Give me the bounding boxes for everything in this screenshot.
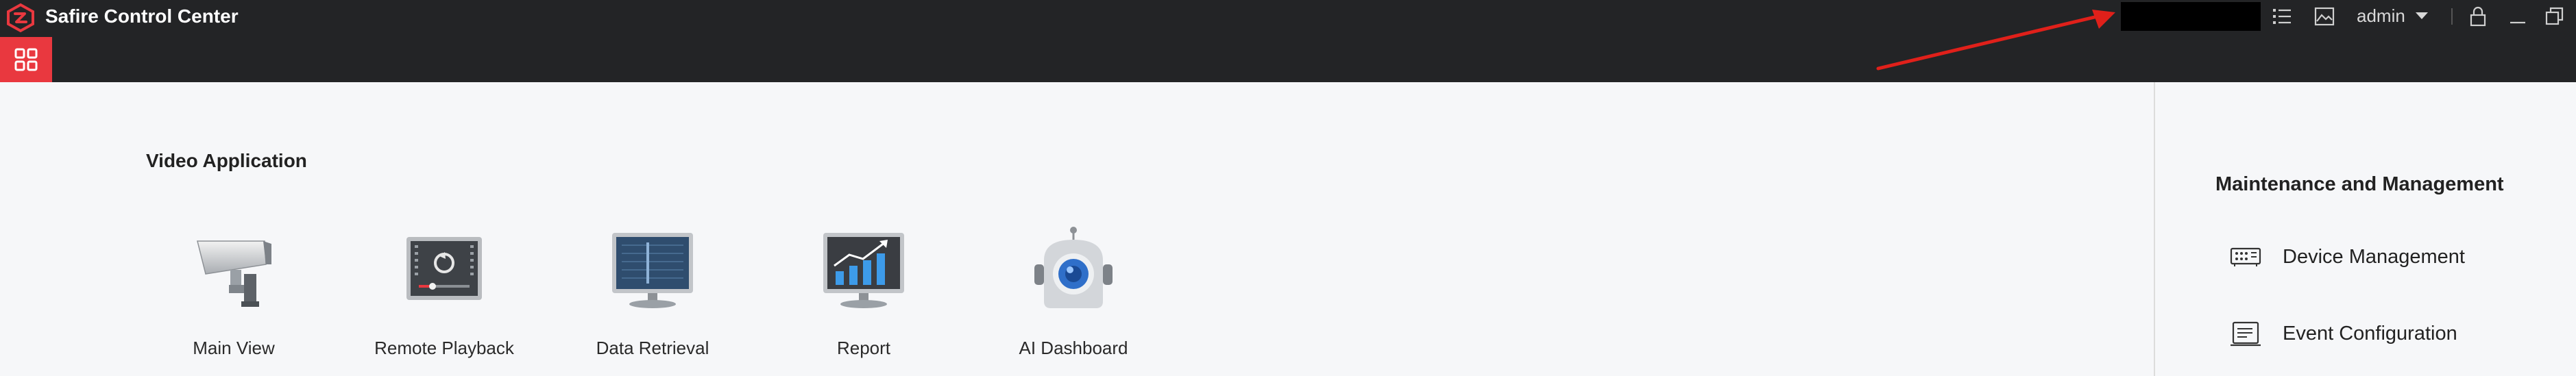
- grid-icon: [14, 48, 38, 71]
- app-tile-main-view[interactable]: Main View: [151, 226, 316, 363]
- app-tile-report[interactable]: Report: [781, 226, 946, 363]
- separator: [2451, 8, 2453, 25]
- device-icon: [2230, 247, 2261, 266]
- lock-icon[interactable]: [2466, 5, 2490, 28]
- tab-bar: [0, 33, 2576, 82]
- app-tile-ai-dashboard[interactable]: AI Dashboard: [991, 226, 1156, 363]
- annotation-arrow: [1876, 10, 2115, 71]
- app-title: Safire Control Center: [45, 5, 239, 27]
- playback-icon: [406, 237, 482, 300]
- app-label: Data Retrieval: [596, 338, 709, 358]
- app-tile-data-retrieval[interactable]: Data Retrieval: [570, 226, 735, 363]
- report-chart-icon: [823, 233, 904, 308]
- home-tab[interactable]: [0, 37, 52, 82]
- device-management-item[interactable]: Device Management: [2229, 241, 2517, 273]
- app-label: Remote Playback: [374, 338, 514, 358]
- video-application-title: Video Application: [146, 150, 307, 171]
- app-tile-remote-playback[interactable]: Remote Playback: [362, 226, 526, 363]
- device-management-label: Device Management: [2283, 246, 2465, 268]
- minimize-icon[interactable]: [2506, 5, 2529, 28]
- app-label: Report: [836, 338, 891, 358]
- title-bar: Safire Control Center admin: [0, 0, 2576, 33]
- chevron-down-icon[interactable]: [2416, 12, 2428, 19]
- app-logo-icon: [7, 3, 34, 33]
- robot-icon: [1034, 227, 1113, 308]
- event-icon: [2231, 321, 2261, 347]
- restore-icon[interactable]: [2543, 5, 2566, 28]
- maintenance-title: Maintenance and Management: [2215, 173, 2504, 195]
- search-input[interactable]: [2121, 2, 2261, 31]
- panel-divider: [2154, 82, 2155, 376]
- event-configuration-item[interactable]: Event Configuration: [2229, 318, 2517, 349]
- app-label: AI Dashboard: [1019, 338, 1128, 358]
- monitor-search-icon: [612, 233, 693, 308]
- camera-icon: [197, 240, 271, 307]
- user-menu[interactable]: admin: [2357, 5, 2405, 26]
- event-configuration-label: Event Configuration: [2283, 323, 2457, 344]
- image-icon[interactable]: [2313, 5, 2336, 28]
- app-label: Main View: [193, 338, 275, 358]
- task-list-icon[interactable]: [2270, 5, 2294, 28]
